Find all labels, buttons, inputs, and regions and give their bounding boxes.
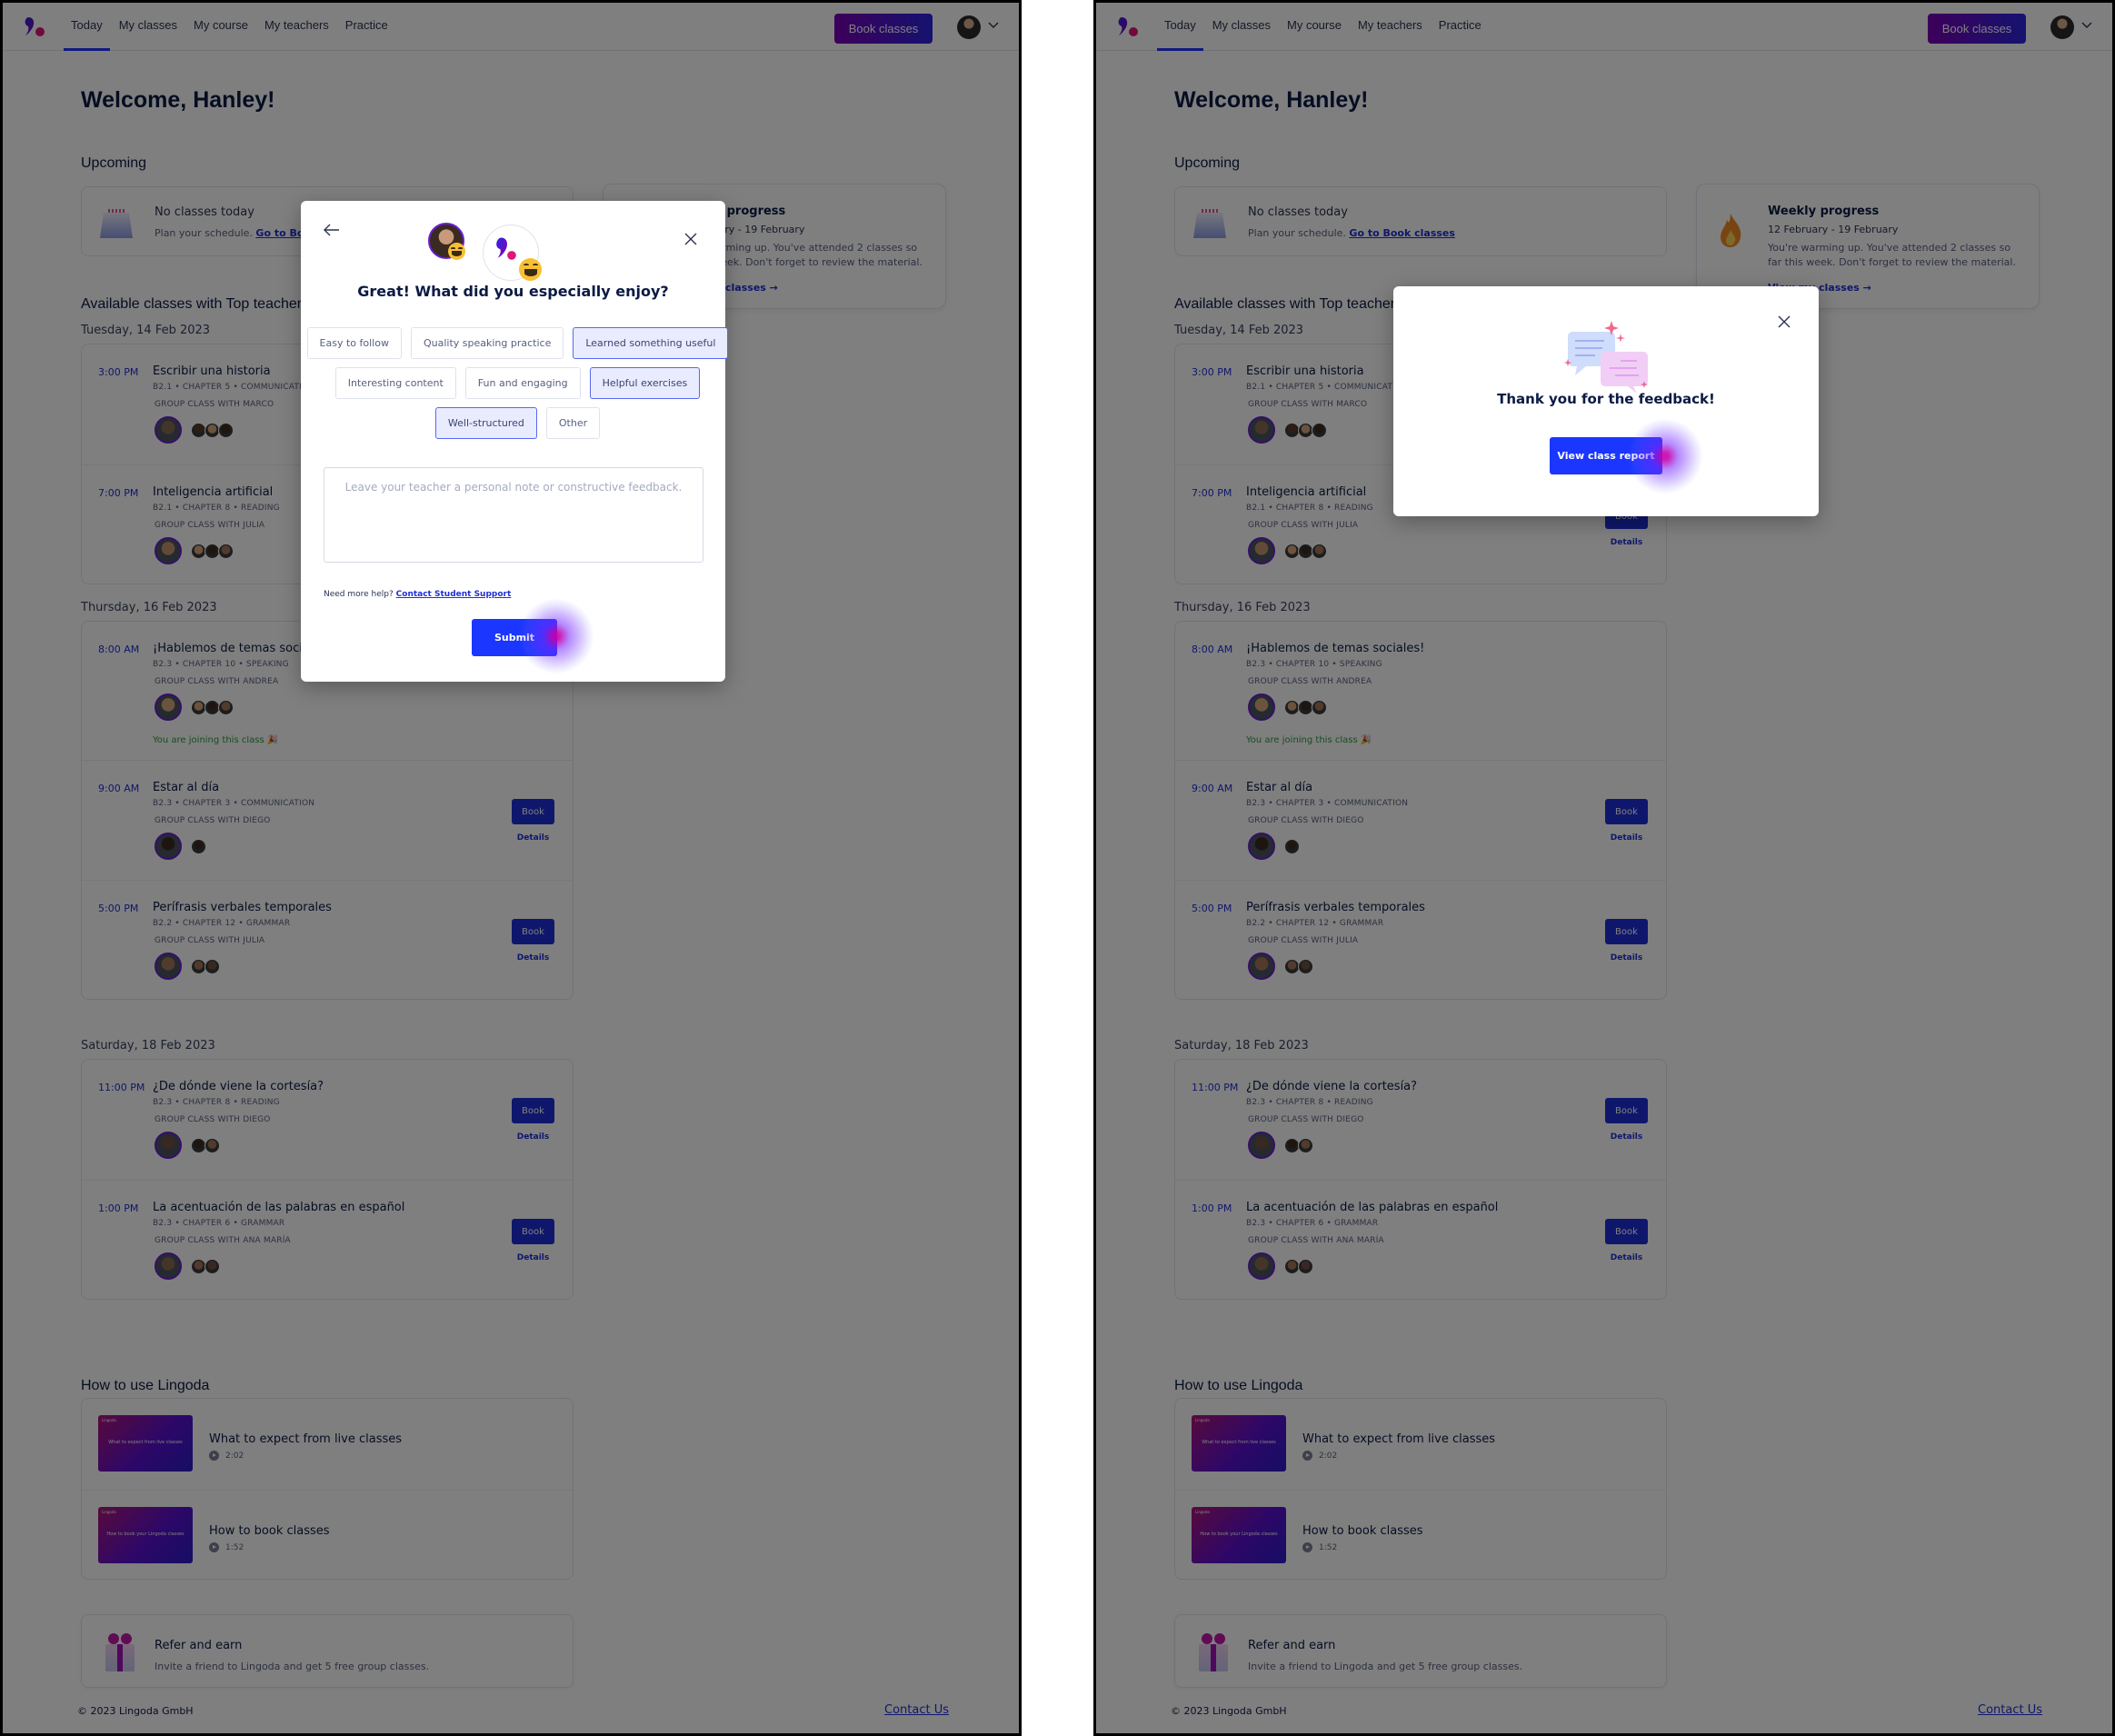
back-arrow-icon[interactable] bbox=[324, 224, 340, 236]
view-class-report-button[interactable]: View class report bbox=[1550, 437, 1662, 474]
teacher-note-input[interactable] bbox=[324, 467, 703, 563]
modal-backdrop[interactable] bbox=[1096, 3, 2112, 1733]
close-icon[interactable] bbox=[1777, 314, 1791, 329]
option-chip-learned-something-useful[interactable]: Learned something useful bbox=[573, 327, 729, 359]
option-chip-easy-to-follow[interactable]: Easy to follow bbox=[306, 327, 402, 359]
feedback-modal: Great! What did you especially enjoy? Ea… bbox=[301, 201, 729, 682]
chat-bubbles-icon bbox=[1564, 321, 1648, 394]
need-help-label: Need more help? bbox=[324, 590, 396, 599]
contact-student-support-link[interactable]: Contact Student Support bbox=[396, 590, 512, 599]
option-chip-other[interactable]: Other bbox=[545, 407, 601, 439]
feedback-question: Great! What did you especially enjoy? bbox=[357, 283, 669, 300]
option-chip-interesting-content[interactable]: Interesting content bbox=[334, 367, 456, 399]
options-row: Well-structured Other bbox=[434, 407, 601, 439]
enjoy-options: Easy to follow Quality speaking practice L… bbox=[306, 327, 729, 439]
submit-button[interactable]: Submit bbox=[472, 619, 557, 656]
options-row: Easy to follow Quality speaking practice L… bbox=[306, 327, 729, 359]
screen-feedback-form: TodayMy classesMy courseMy teachersPract… bbox=[0, 0, 1022, 1736]
thanks-title: Thank you for the feedback! bbox=[1497, 391, 1715, 407]
grinning-emoji-icon bbox=[519, 258, 542, 281]
close-icon[interactable] bbox=[683, 232, 698, 246]
option-chip-fun-and-engaging[interactable]: Fun and engaging bbox=[464, 367, 581, 399]
options-row: Interesting content Fun and engaging Helpf… bbox=[334, 367, 701, 399]
screen-feedback-thanks: TodayMy classesMy courseMy teachersPract… bbox=[1093, 0, 2115, 1736]
help-text: Need more help? Contact Student Support bbox=[324, 590, 511, 599]
option-chip-well-structured[interactable]: Well-structured bbox=[434, 407, 537, 439]
grinning-emoji-icon bbox=[448, 243, 465, 260]
option-chip-quality-speaking-practice[interactable]: Quality speaking practice bbox=[410, 327, 564, 359]
thanks-modal: Thank you for the feedback! View class r… bbox=[1393, 286, 1819, 516]
option-chip-helpful-exercises[interactable]: Helpful exercises bbox=[589, 367, 701, 399]
